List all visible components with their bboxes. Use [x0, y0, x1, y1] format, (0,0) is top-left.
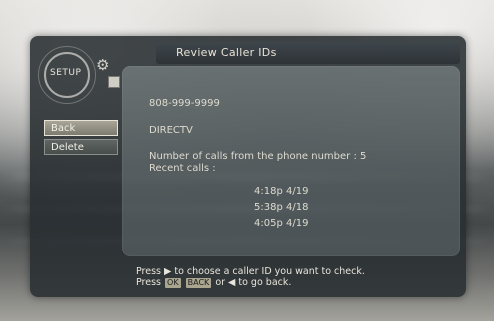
recent-call-item: 4:05p 4/19: [254, 218, 309, 229]
logo-label: SETUP: [50, 68, 82, 78]
setup-logo: SETUP ⚙: [38, 46, 120, 104]
back-key-badge: BACK: [185, 278, 212, 288]
recent-call-item: 4:18p 4/19: [254, 186, 309, 197]
recent-calls-label: Recent calls :: [149, 163, 216, 174]
help-line-1: Press ▶ to choose a caller ID you want t…: [136, 266, 365, 277]
page-title: Review Caller IDs: [176, 46, 277, 59]
settings-gear-icon: ⚙: [96, 56, 110, 74]
help-back-text: or ◀ to go back.: [215, 277, 292, 288]
document-icon: [108, 76, 120, 88]
phone-number: 808-999-9999: [149, 98, 220, 109]
back-button[interactable]: Back: [44, 120, 118, 136]
recent-call-item: 5:38p 4/18: [254, 202, 309, 213]
help-line-2: Press OK BACK or ◀ to go back.: [136, 277, 291, 288]
help-press-text: Press: [136, 277, 162, 288]
calls-count: Number of calls from the phone number : …: [149, 151, 367, 162]
caller-name: DIRECTV: [149, 125, 193, 136]
ok-key-badge: OK: [165, 278, 181, 288]
delete-button[interactable]: Delete: [44, 139, 118, 155]
